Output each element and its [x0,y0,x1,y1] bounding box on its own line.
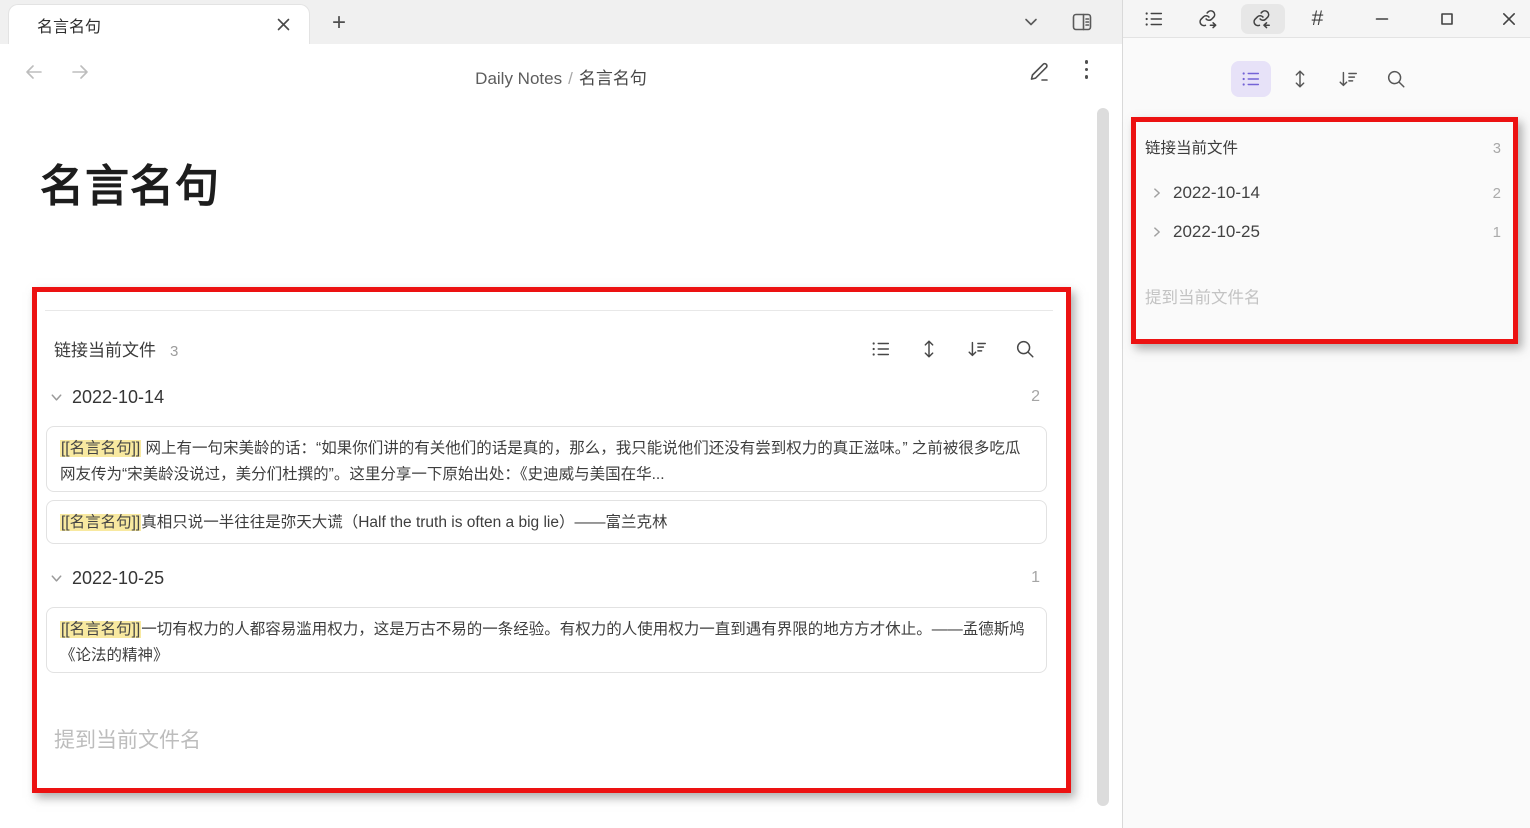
match-highlight: [[名言名句]] [60,621,142,638]
unlinked-mentions-header[interactable]: 提到当前文件名 [54,724,201,754]
split-pane-icon[interactable] [1070,10,1094,34]
breadcrumb-current[interactable]: 名言名句 [579,69,647,88]
backlink-group-2022-10-14[interactable]: 2022-10-14 2 [49,383,1054,411]
more-options-icon[interactable] [1084,60,1088,84]
edit-pencil-icon[interactable] [1027,60,1051,84]
app-window: 名言名句 + Daily Notes / 名言名句 名言名句 链接当前文件 3 … [0,0,1530,828]
window-maximize-icon[interactable] [1425,4,1469,34]
plus-icon: + [331,9,346,36]
group-title[interactable]: 2022-10-25 [72,568,164,589]
breadcrumb-separator: / [568,69,573,88]
group-title[interactable]: 2022-10-14 [1173,183,1260,203]
list-view-icon[interactable] [870,338,892,360]
group-title[interactable]: 2022-10-25 [1173,222,1260,242]
backlinks-icon[interactable] [1241,3,1285,34]
match-highlight: [[名言名句]] [60,514,142,531]
unlinked-mentions-header[interactable]: 提到当前文件名 [1145,284,1261,308]
sort-order-icon[interactable] [966,338,988,360]
backlink-group-2022-10-25[interactable]: 2022-10-25 1 [1145,217,1501,247]
outline-list-icon[interactable] [1132,4,1176,34]
match-text: 真相只说一半往往是弥天大谎（Half the truth is often a … [141,514,668,531]
search-icon[interactable] [1014,338,1036,360]
linked-mentions-header: 链接当前文件 [54,341,156,360]
backlink-group-2022-10-25[interactable]: 2022-10-25 1 [49,564,1054,592]
group-count: 1 [1031,569,1040,586]
right-sidebar: # 链接当前文件 3 2022-10-14 2 2022-10-25 1 提到当… [1122,0,1530,828]
expand-collapse-icon[interactable] [918,338,940,360]
backlink-group-2022-10-14[interactable]: 2022-10-14 2 [1145,178,1501,208]
tab-list-chevron-down-icon[interactable] [1022,13,1040,31]
annotation-rectangle-main: 链接当前文件 3 2022-10-14 2 [[名言名句]] 网上有一句宋美龄的… [32,287,1071,793]
group-count: 1 [1492,223,1501,241]
chevron-down-icon[interactable] [49,571,64,586]
sidebar-tab-strip: # [1123,0,1530,38]
tab-title: 名言名句 [37,18,102,36]
back-arrow-icon[interactable] [22,60,46,84]
group-count: 2 [1031,388,1040,405]
breadcrumb-parent[interactable]: Daily Notes [475,69,562,88]
match-text: 网上有一句宋美龄的话：“如果你们讲的有关他们的话是真的，那么，我只能说他们还没有… [60,440,1021,483]
backlink-match[interactable]: [[名言名句]]一切有权力的人都容易滥用权力，这是万古不易的一条经验。有权力的人… [46,607,1047,673]
linked-mentions-count: 3 [1492,141,1501,157]
chevron-right-icon[interactable] [1150,225,1164,239]
sort-order-icon[interactable] [1328,61,1368,97]
group-title[interactable]: 2022-10-14 [72,387,164,408]
window-minimize-icon[interactable] [1360,4,1404,34]
backlinks-toolbar [1123,56,1530,102]
match-highlight: [[名言名句]] [60,440,142,457]
search-icon[interactable] [1376,61,1416,97]
vertical-scrollbar[interactable] [1097,108,1109,806]
linked-mentions-header: 链接当前文件 [1145,140,1239,157]
match-text: 一切有权力的人都容易滥用权力，这是万古不易的一条经验。有权力的人使用权力一直到遇… [60,621,1025,664]
tab-close-icon[interactable] [276,17,291,32]
divider [45,310,1053,311]
chevron-down-icon[interactable] [49,390,64,405]
forward-arrow-icon[interactable] [68,60,92,84]
annotation-rectangle-sidebar: 链接当前文件 3 2022-10-14 2 2022-10-25 1 提到当前文… [1131,117,1518,344]
navigation-bar: Daily Notes / 名言名句 [0,44,1122,106]
page-title: 名言名句 [40,162,220,211]
group-count: 2 [1492,184,1501,202]
expand-collapse-icon[interactable] [1280,61,1320,97]
tab-active[interactable]: 名言名句 [8,4,310,44]
tags-hash-icon[interactable]: # [1296,4,1340,34]
outgoing-links-icon[interactable] [1187,4,1231,34]
chevron-right-icon[interactable] [1150,186,1164,200]
new-tab-button[interactable]: + [322,8,356,38]
main-pane: 名言名句 + Daily Notes / 名言名句 名言名句 链接当前文件 3 … [0,0,1122,828]
breadcrumb[interactable]: Daily Notes / 名言名句 [475,64,647,89]
linked-mentions-count: 3 [170,343,179,360]
list-view-icon-active[interactable] [1231,61,1271,97]
backlink-match[interactable]: [[名言名句]] 网上有一句宋美龄的话：“如果你们讲的有关他们的话是真的，那么，… [46,426,1047,492]
window-close-icon[interactable] [1487,4,1530,34]
tab-bar: 名言名句 + [0,0,1122,44]
backlink-match[interactable]: [[名言名句]]真相只说一半往往是弥天大谎（Half the truth is … [46,500,1047,544]
